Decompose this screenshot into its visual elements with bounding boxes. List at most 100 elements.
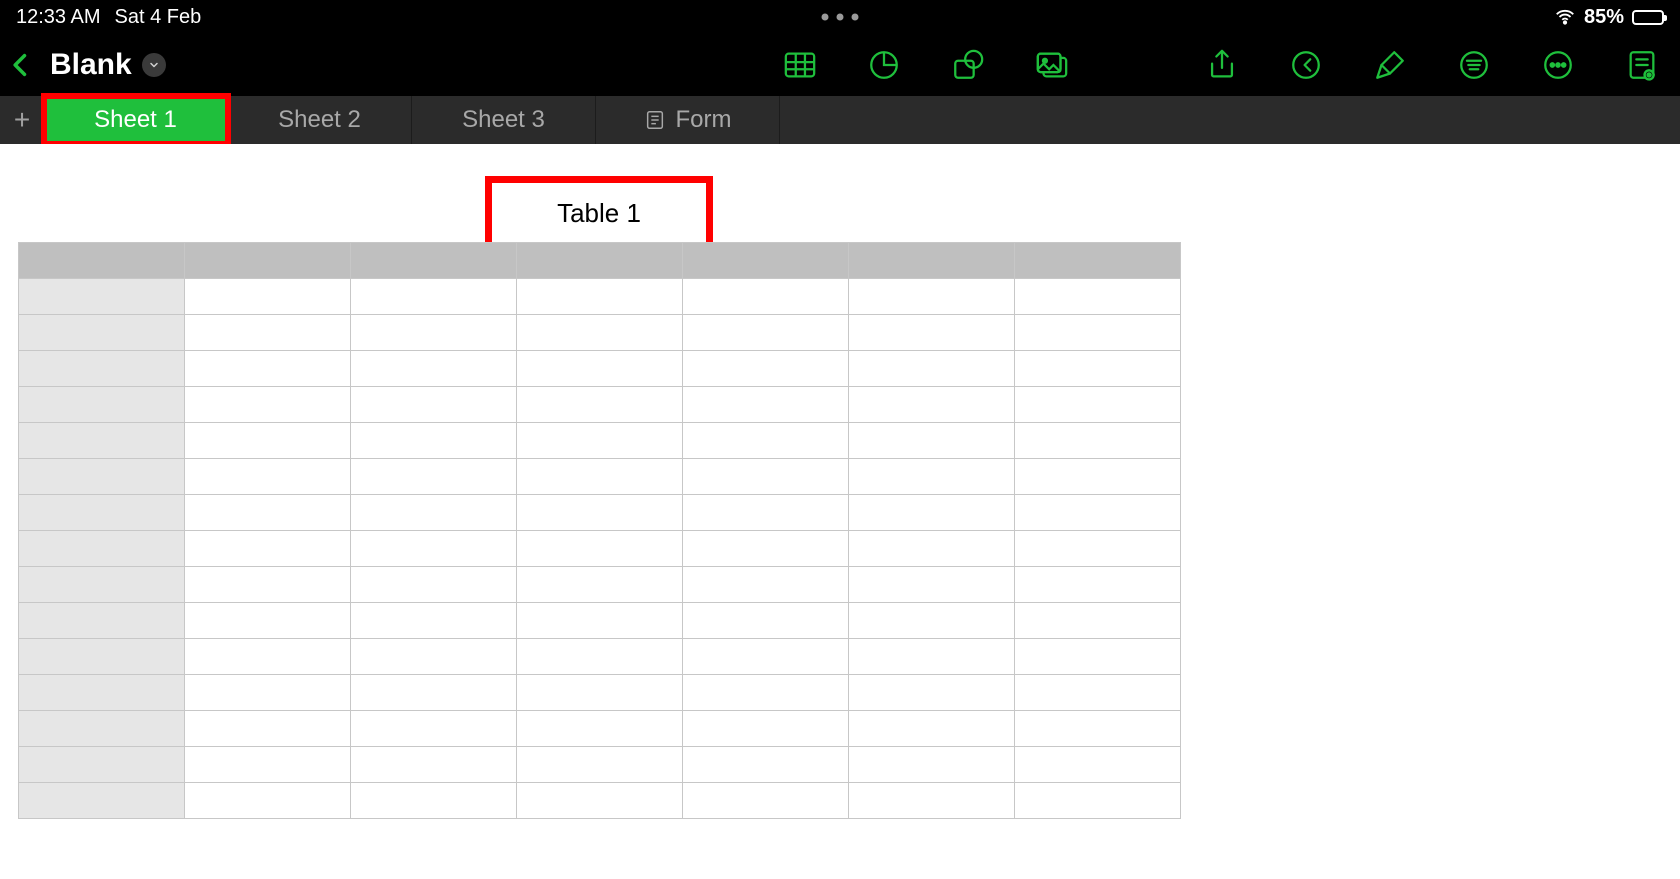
spreadsheet-table[interactable]	[18, 242, 1180, 819]
table-row[interactable]	[19, 279, 1181, 315]
activity-button[interactable]	[1622, 45, 1662, 85]
row-header-cell[interactable]	[19, 783, 185, 819]
cell[interactable]	[185, 783, 351, 819]
table-row[interactable]	[19, 423, 1181, 459]
cell[interactable]	[185, 495, 351, 531]
row-header-cell[interactable]	[19, 279, 185, 315]
cell[interactable]	[351, 711, 517, 747]
cell[interactable]	[683, 711, 849, 747]
row-header-cell[interactable]	[19, 495, 185, 531]
table-row[interactable]	[19, 495, 1181, 531]
cell[interactable]	[185, 459, 351, 495]
cell[interactable]	[517, 495, 683, 531]
row-header-cell[interactable]	[19, 387, 185, 423]
row-header-cell[interactable]	[19, 459, 185, 495]
cell[interactable]	[517, 315, 683, 351]
column-header-cell[interactable]	[185, 243, 351, 279]
table-row[interactable]	[19, 459, 1181, 495]
cell[interactable]	[683, 351, 849, 387]
cell[interactable]	[351, 315, 517, 351]
cell[interactable]	[1015, 459, 1181, 495]
cell[interactable]	[683, 747, 849, 783]
cell[interactable]	[683, 279, 849, 315]
cell[interactable]	[517, 531, 683, 567]
cell[interactable]	[849, 675, 1015, 711]
cell[interactable]	[351, 531, 517, 567]
cell[interactable]	[683, 495, 849, 531]
table-row[interactable]	[19, 639, 1181, 675]
cell[interactable]	[351, 387, 517, 423]
cell[interactable]	[1015, 639, 1181, 675]
cell[interactable]	[517, 603, 683, 639]
back-button[interactable]	[4, 48, 38, 82]
column-header-cell[interactable]	[849, 243, 1015, 279]
row-header-cell[interactable]	[19, 423, 185, 459]
row-header-cell[interactable]	[19, 675, 185, 711]
cell[interactable]	[185, 423, 351, 459]
cell[interactable]	[683, 603, 849, 639]
cell[interactable]	[1015, 711, 1181, 747]
cell[interactable]	[185, 747, 351, 783]
more-button[interactable]	[1538, 45, 1578, 85]
cell[interactable]	[185, 315, 351, 351]
cell[interactable]	[849, 783, 1015, 819]
table-row[interactable]	[19, 567, 1181, 603]
table-row[interactable]	[19, 783, 1181, 819]
cell[interactable]	[849, 567, 1015, 603]
corner-header-cell[interactable]	[19, 243, 185, 279]
cell[interactable]	[517, 279, 683, 315]
cell[interactable]	[1015, 783, 1181, 819]
table-title[interactable]: Table 1	[485, 176, 713, 250]
table-row[interactable]	[19, 315, 1181, 351]
cell[interactable]	[351, 495, 517, 531]
cell[interactable]	[849, 603, 1015, 639]
cell[interactable]	[849, 711, 1015, 747]
undo-button[interactable]	[1286, 45, 1326, 85]
cell[interactable]	[517, 459, 683, 495]
format-paintbrush-button[interactable]	[1370, 45, 1410, 85]
cell[interactable]	[1015, 747, 1181, 783]
cell[interactable]	[351, 747, 517, 783]
column-header-cell[interactable]	[351, 243, 517, 279]
cell[interactable]	[683, 459, 849, 495]
sheet-tab-form[interactable]: Form	[596, 96, 780, 144]
table-row[interactable]	[19, 387, 1181, 423]
cell[interactable]	[351, 675, 517, 711]
row-header-cell[interactable]	[19, 351, 185, 387]
cell[interactable]	[351, 459, 517, 495]
row-header-cell[interactable]	[19, 531, 185, 567]
cell[interactable]	[185, 567, 351, 603]
document-title-button[interactable]: Blank	[50, 48, 166, 82]
column-header-row[interactable]	[19, 243, 1181, 279]
table-row[interactable]	[19, 747, 1181, 783]
row-header-cell[interactable]	[19, 603, 185, 639]
cell[interactable]	[1015, 279, 1181, 315]
cell[interactable]	[517, 711, 683, 747]
table-row[interactable]	[19, 675, 1181, 711]
cell[interactable]	[1015, 603, 1181, 639]
column-header-cell[interactable]	[1015, 243, 1181, 279]
cell[interactable]	[849, 639, 1015, 675]
cell[interactable]	[849, 423, 1015, 459]
table-row[interactable]	[19, 531, 1181, 567]
cell[interactable]	[351, 639, 517, 675]
share-button[interactable]	[1202, 45, 1242, 85]
cell[interactable]	[849, 747, 1015, 783]
cell[interactable]	[351, 567, 517, 603]
cell[interactable]	[351, 603, 517, 639]
multitasking-dots-icon[interactable]	[822, 14, 859, 21]
cell[interactable]	[185, 351, 351, 387]
table-row[interactable]	[19, 603, 1181, 639]
insert-chart-button[interactable]	[864, 45, 904, 85]
cell[interactable]	[351, 423, 517, 459]
cell[interactable]	[1015, 531, 1181, 567]
column-header-cell[interactable]	[517, 243, 683, 279]
cell[interactable]	[517, 747, 683, 783]
sheet-tab-1[interactable]: Sheet 1	[44, 96, 228, 144]
cell[interactable]	[849, 531, 1015, 567]
row-header-cell[interactable]	[19, 315, 185, 351]
cell[interactable]	[849, 495, 1015, 531]
cell[interactable]	[849, 351, 1015, 387]
cell[interactable]	[1015, 495, 1181, 531]
cell[interactable]	[517, 639, 683, 675]
